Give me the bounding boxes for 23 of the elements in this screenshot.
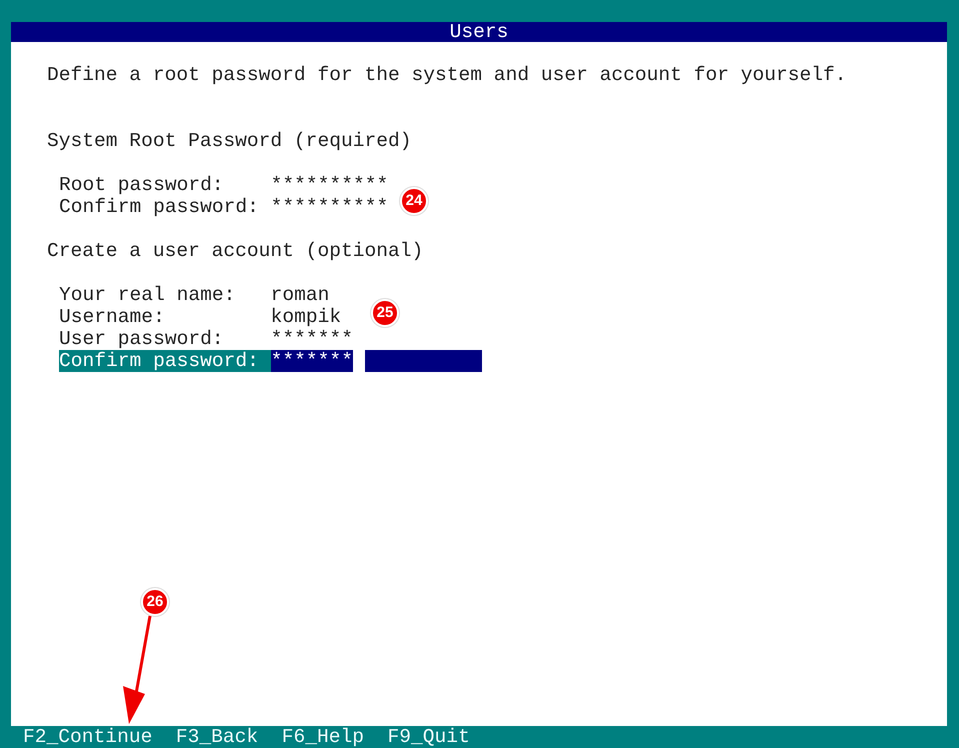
field-label: Confirm password: [59,350,271,372]
field-label: Root password: [59,174,225,196]
field-label: Username: [59,306,166,328]
input-field[interactable]: ******* [270,328,353,350]
input-field[interactable]: ******* [270,350,353,372]
step-badge: 25 [371,299,399,327]
field-label: Confirm password: [59,196,260,218]
input-field[interactable]: kompik [270,306,342,328]
window-title: Users [11,22,947,42]
section-heading: System Root Password (required) [47,130,412,152]
field-label: Your real name: [59,284,236,306]
input-field[interactable]: roman [270,284,330,306]
function-key-hint: F3_Back [176,726,258,748]
function-key-hint: F9_Quit [388,726,470,748]
step-badge: 24 [400,187,428,215]
section-heading: Create a user account (optional) [47,240,424,262]
instruction-text: Define a root password for the system and user account for yourself. [47,64,847,86]
function-key-hint: F2_Continue [23,726,152,748]
input-field[interactable]: ********** [270,174,388,196]
step-badge: 26 [141,588,169,616]
input-field[interactable]: ********** [270,196,388,218]
function-key-hint: F6_Help [282,726,364,748]
field-label: User password: [59,328,225,350]
